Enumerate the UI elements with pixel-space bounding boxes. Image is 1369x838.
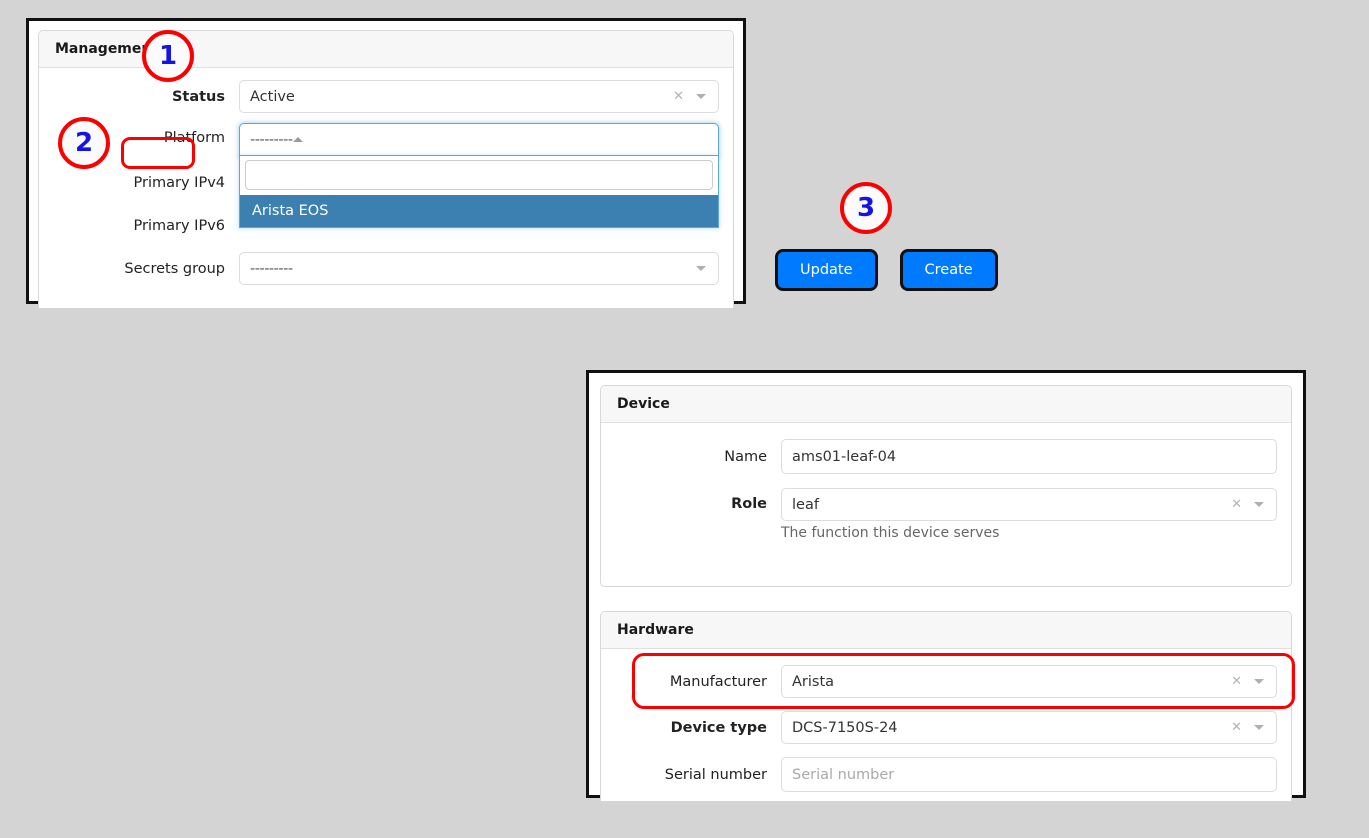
control-name: ams01-leaf-04 <box>781 439 1277 474</box>
device-type-select-value: DCS-7150S-24 <box>792 720 1231 736</box>
annotation-badge-3: 3 <box>840 182 892 234</box>
annotation-badge-2-number: 2 <box>75 128 93 158</box>
label-serial-number: Serial number <box>601 767 781 783</box>
update-button[interactable]: Update <box>775 249 878 291</box>
platform-select[interactable]: --------- <box>239 123 719 156</box>
control-secrets-group: --------- <box>239 252 719 285</box>
label-primary-ipv6: Primary IPv6 <box>39 218 239 234</box>
serial-number-input[interactable]: Serial number <box>781 757 1277 792</box>
label-device-type: Device type <box>601 720 781 736</box>
annotation-badge-3-number: 3 <box>857 193 875 223</box>
chevron-up-icon[interactable] <box>293 137 303 142</box>
form-row-secrets-group: Secrets group --------- <box>39 252 719 285</box>
clear-icon[interactable]: ✕ <box>1231 721 1242 734</box>
manufacturer-select-value: Arista <box>792 674 1231 690</box>
role-select[interactable]: leaf ✕ <box>781 488 1277 521</box>
management-card-body: Status Active ✕ Platform -------- <box>39 68 733 295</box>
screenshot-stage: Management Status Active ✕ <box>0 0 1369 838</box>
create-button[interactable]: Create <box>900 249 998 291</box>
device-type-select[interactable]: DCS-7150S-24 ✕ <box>781 711 1277 744</box>
role-help-text: The function this device serves <box>781 525 1277 541</box>
hardware-card-body: Manufacturer Arista ✕ Device type DCS-71… <box>601 649 1291 802</box>
action-buttons: Update Create <box>775 249 998 291</box>
chevron-down-icon[interactable] <box>1254 725 1264 730</box>
annotation-badge-2: 2 <box>58 117 110 169</box>
control-serial-number: Serial number <box>781 757 1277 792</box>
form-row-name: Name ams01-leaf-04 <box>601 439 1277 474</box>
annotation-badge-1: 1 <box>142 30 194 82</box>
platform-select-value: --------- <box>250 132 293 148</box>
control-role: leaf ✕ The function this device serves <box>781 488 1277 541</box>
label-primary-ipv4: Primary IPv4 <box>39 175 239 191</box>
form-row-serial-number: Serial number Serial number <box>601 757 1277 792</box>
clear-icon[interactable]: ✕ <box>673 90 684 103</box>
platform-search-input[interactable] <box>245 160 713 190</box>
form-row-status: Status Active ✕ <box>39 80 719 113</box>
role-select-value: leaf <box>792 497 1231 513</box>
control-device-type: DCS-7150S-24 ✕ <box>781 711 1277 744</box>
platform-dropdown-panel: Arista EOS <box>239 156 719 228</box>
form-row-device-type: Device type DCS-7150S-24 ✕ <box>601 711 1277 744</box>
management-card: Management Status Active ✕ <box>38 30 734 308</box>
control-status: Active ✕ <box>239 80 719 113</box>
label-manufacturer: Manufacturer <box>601 674 781 690</box>
clear-icon[interactable]: ✕ <box>1231 498 1242 511</box>
annotation-badge-1-number: 1 <box>159 41 177 71</box>
device-card-header: Device <box>601 386 1291 423</box>
form-row-manufacturer: Manufacturer Arista ✕ <box>601 665 1277 698</box>
hardware-card-header: Hardware <box>601 612 1291 649</box>
device-panel-frame: Device Name ams01-leaf-04 Role leaf <box>586 370 1306 798</box>
serial-number-placeholder: Serial number <box>792 767 1266 783</box>
label-status: Status <box>39 89 239 105</box>
secrets-group-select[interactable]: --------- <box>239 252 719 285</box>
name-input[interactable]: ams01-leaf-04 <box>781 439 1277 474</box>
platform-option-arista-eos[interactable]: Arista EOS <box>240 195 718 227</box>
platform-label-highlight <box>121 137 195 169</box>
chevron-down-icon[interactable] <box>1254 679 1264 684</box>
hardware-card: Hardware Manufacturer Arista ✕ Device ty… <box>600 611 1292 801</box>
control-platform: --------- Arista EOS <box>239 123 719 156</box>
chevron-down-icon[interactable] <box>1254 502 1264 507</box>
chevron-down-icon[interactable] <box>696 266 706 271</box>
name-input-value: ams01-leaf-04 <box>792 449 1266 465</box>
status-select-value: Active <box>250 89 673 105</box>
secrets-group-select-value: --------- <box>250 261 696 277</box>
control-manufacturer: Arista ✕ <box>781 665 1277 698</box>
label-role: Role <box>601 488 781 512</box>
platform-search-wrap <box>240 156 718 195</box>
chevron-down-icon[interactable] <box>696 94 706 99</box>
hardware-card-title: Hardware <box>617 622 694 638</box>
device-card: Device Name ams01-leaf-04 Role leaf <box>600 385 1292 587</box>
manufacturer-select[interactable]: Arista ✕ <box>781 665 1277 698</box>
label-secrets-group: Secrets group <box>39 261 239 277</box>
clear-icon[interactable]: ✕ <box>1231 675 1242 688</box>
device-card-title: Device <box>617 396 670 412</box>
status-select[interactable]: Active ✕ <box>239 80 719 113</box>
device-card-body: Name ams01-leaf-04 Role leaf ✕ <box>601 423 1291 551</box>
label-name: Name <box>601 449 781 465</box>
form-row-role: Role leaf ✕ The function this device ser… <box>601 488 1277 541</box>
